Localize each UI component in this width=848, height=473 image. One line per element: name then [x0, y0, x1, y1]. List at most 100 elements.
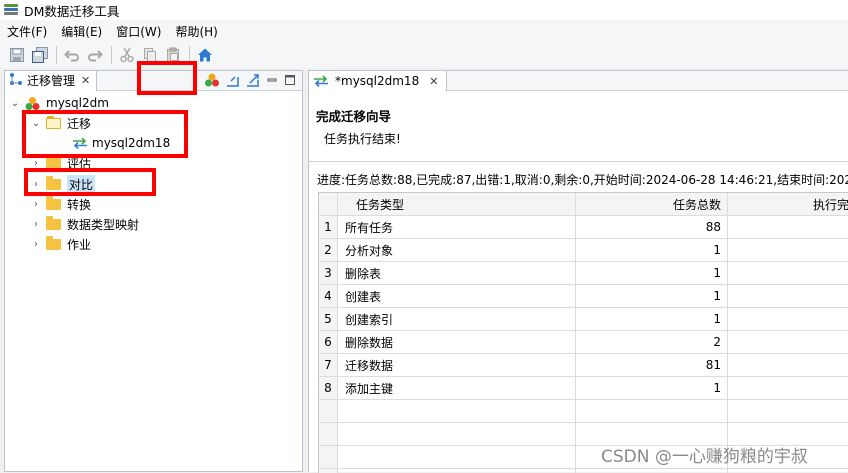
tree-item-convert[interactable]: › 转换	[30, 194, 91, 214]
menu-edit[interactable]: 编辑(E)	[54, 23, 109, 40]
close-icon[interactable]: ✕	[429, 75, 438, 88]
task-count-cell: 1	[576, 377, 728, 400]
undo-icon[interactable]	[63, 46, 81, 64]
app-icon	[4, 3, 18, 17]
chevron-right-icon[interactable]: ›	[30, 219, 42, 230]
task-type-cell: 创建索引	[338, 308, 576, 331]
redo-icon[interactable]	[86, 46, 104, 64]
row-number	[319, 446, 338, 469]
data-source-icon[interactable]	[204, 72, 220, 91]
menu-window[interactable]: 窗口(W)	[109, 23, 168, 40]
empty-row	[319, 469, 848, 473]
tree-item-type-mapping[interactable]: › 数据类型映射	[30, 214, 139, 234]
home-icon[interactable]	[196, 46, 214, 64]
task-type-cell: 创建表	[338, 285, 576, 308]
executed-cell	[728, 377, 848, 400]
chevron-down-icon[interactable]: ⌄	[9, 98, 21, 109]
table-row[interactable]: 5 创建索引 1	[319, 308, 848, 331]
save-icon[interactable]	[8, 46, 26, 64]
header-executed[interactable]: 执行完	[728, 193, 848, 216]
executed-cell	[728, 308, 848, 331]
tree-label: 作业	[67, 237, 92, 252]
project-icon	[25, 96, 40, 111]
task-type-cell: 删除表	[338, 262, 576, 285]
tree-label: 数据类型映射	[67, 217, 140, 232]
wizard-title: 完成迁移向导	[316, 109, 392, 124]
highlight-box	[137, 61, 197, 95]
executed-cell	[728, 400, 848, 423]
minimize-icon[interactable]	[266, 74, 278, 89]
task-count-cell: 88	[576, 216, 728, 239]
header-task-count[interactable]: 任务总数	[576, 193, 728, 216]
executed-cell	[728, 469, 848, 473]
collapse-tree-icon[interactable]	[226, 73, 240, 90]
chevron-right-icon[interactable]: ›	[30, 158, 42, 169]
wizard-message: 任务执行结束!	[324, 132, 401, 146]
header-corner	[319, 193, 338, 216]
empty-row	[319, 400, 848, 423]
editor-header: *mysql2dm18 ✕	[309, 71, 848, 91]
link-editor-icon[interactable]	[246, 73, 260, 90]
table-header: 任务类型 任务总数 执行完	[319, 193, 848, 216]
menu-help[interactable]: 帮助(H)	[168, 23, 224, 40]
table-row[interactable]: 7 迁移数据 81	[319, 354, 848, 377]
row-number: 2	[319, 239, 338, 262]
task-type-cell: 删除数据	[338, 331, 576, 354]
save-all-icon[interactable]	[31, 46, 49, 64]
tab-migration-manager[interactable]: 迁移管理 ✕	[5, 70, 98, 91]
folder-icon	[46, 235, 61, 250]
tab-label: *mysql2dm18	[335, 74, 420, 88]
task-type-cell	[338, 400, 576, 423]
transfer-icon	[313, 75, 329, 87]
row-number: 5	[319, 308, 338, 331]
maximize-icon[interactable]	[284, 74, 296, 89]
chevron-right-icon[interactable]: ›	[30, 199, 42, 210]
tab-label: 迁移管理	[27, 74, 76, 88]
tab-mysql2dm18[interactable]: *mysql2dm18 ✕	[309, 71, 448, 91]
toolbar-separator	[111, 46, 112, 64]
task-count-cell	[576, 469, 728, 473]
table-row[interactable]: 3 删除表 1	[319, 262, 848, 285]
task-count-cell: 1	[576, 262, 728, 285]
row-number: 8	[319, 377, 338, 400]
task-type-cell: 迁移数据	[338, 354, 576, 377]
task-type-cell	[338, 469, 576, 473]
task-type-cell: 所有任务	[338, 216, 576, 239]
title-bar: DM数据迁移工具	[0, 0, 848, 20]
row-number	[319, 423, 338, 446]
task-count-cell: 1	[576, 285, 728, 308]
table-row[interactable]: 6 删除数据 2	[319, 331, 848, 354]
executed-cell	[728, 262, 848, 285]
menu-bar: 文件(F) 编辑(E) 窗口(W) 帮助(H)	[0, 20, 848, 42]
task-type-cell	[338, 423, 576, 446]
row-number	[319, 469, 338, 473]
table-row[interactable]: 1 所有任务 88	[319, 216, 848, 239]
executed-cell	[728, 285, 848, 308]
executed-cell	[728, 354, 848, 377]
row-number: 1	[319, 216, 338, 239]
menu-file[interactable]: 文件(F)	[0, 23, 54, 40]
tree-item-job[interactable]: › 作业	[30, 234, 91, 254]
task-type-cell: 分析对象	[338, 239, 576, 262]
table-row[interactable]: 8 添加主键 1	[319, 377, 848, 400]
folder-icon	[46, 215, 61, 230]
task-count-cell	[576, 400, 728, 423]
chevron-right-icon[interactable]: ›	[30, 239, 42, 250]
task-count-cell: 1	[576, 308, 728, 331]
progress-text: 进度:任务总数:88,已完成:87,出错:1,取消:0,剩余:0,开始时间:20…	[317, 173, 848, 187]
highlight-box	[24, 168, 156, 196]
folder-icon	[46, 154, 61, 169]
tree-label: mysql2dm	[46, 96, 109, 110]
cut-icon[interactable]	[118, 46, 136, 64]
table-row[interactable]: 2 分析对象 1	[319, 239, 848, 262]
task-table: 任务类型 任务总数 执行完 1 所有任务 88 2 分析对象 1 3 删除表 1 4 创建表 1 5 创建…	[318, 192, 848, 473]
watermark: CSDN @一心赚狗粮的宇叔	[601, 447, 808, 467]
close-icon[interactable]: ✕	[81, 74, 90, 87]
task-type-cell	[338, 446, 576, 469]
toolbar-separator	[56, 46, 57, 64]
row-number: 4	[319, 285, 338, 308]
table-row[interactable]: 4 创建表 1	[319, 285, 848, 308]
highlight-box	[22, 110, 188, 158]
executed-cell	[728, 331, 848, 354]
header-task-type[interactable]: 任务类型	[338, 193, 576, 216]
